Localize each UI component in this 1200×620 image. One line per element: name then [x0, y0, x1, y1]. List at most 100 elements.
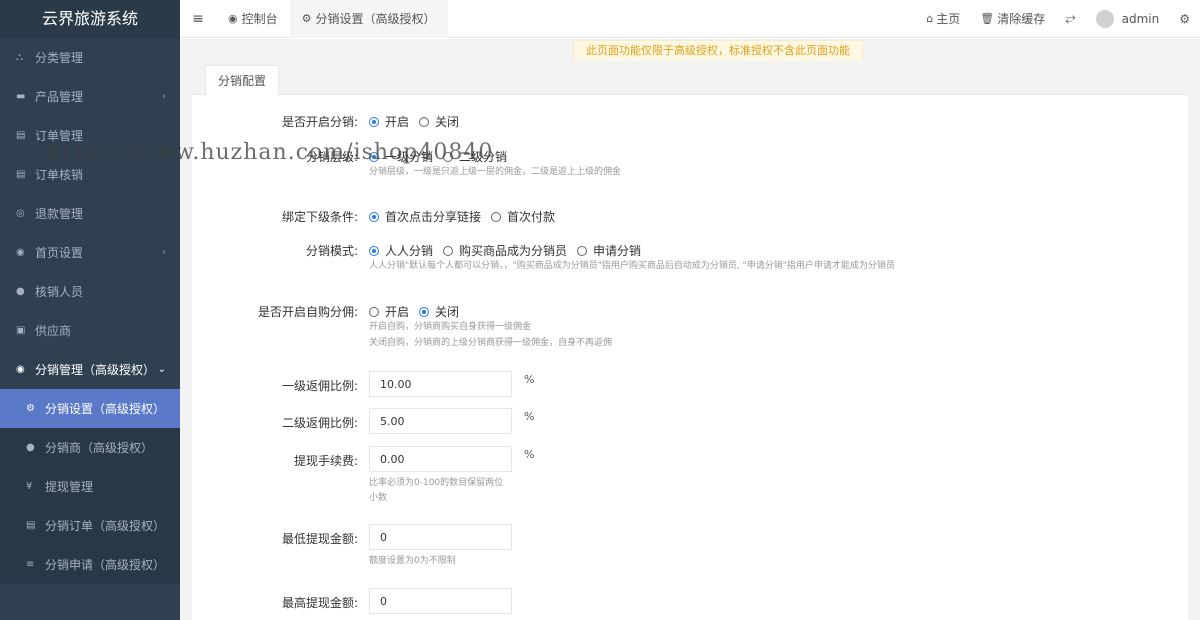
- radio-option[interactable]: 开启: [369, 113, 409, 130]
- sidebar-item[interactable]: ● 核销人员: [0, 272, 180, 311]
- radio-button[interactable]: [443, 151, 454, 162]
- radio-option[interactable]: 首次点击分享链接: [369, 208, 481, 225]
- sidebar: 云界旅游系统 ⛬ 分类管理 ▬ 产品管理 ‹ ▤ 订单管理 ▤ 订单核销 ◎ 退款管理 ◉ 首页设置 ‹ ●…: [0, 0, 180, 620]
- help-text: 比率必须为0-100的数目保留两位: [369, 478, 504, 488]
- radio-option[interactable]: 一级分销: [369, 148, 433, 165]
- sidebar-item[interactable]: ◎ 退款管理: [0, 194, 180, 233]
- radio-option[interactable]: 二级分销: [443, 148, 507, 165]
- sidebar-item-label: 供应商: [35, 324, 72, 338]
- field-label: 一级返佣比例:: [281, 379, 358, 393]
- radio-option[interactable]: 购买商品成为分销员: [443, 242, 567, 259]
- sidebar-item-label: 分销设置（高级授权）: [45, 402, 166, 416]
- radio-option[interactable]: 关闭: [419, 303, 459, 320]
- cogs-icon: ⚙: [301, 12, 312, 25]
- unit-label: %: [524, 373, 535, 386]
- radio-label: 首次点击分享链接: [385, 210, 482, 224]
- radio-option[interactable]: 人人分销: [369, 242, 433, 259]
- help-text: 额度设置为0为不限制: [369, 556, 456, 566]
- radio-group-self-buy: 开启 关闭: [369, 303, 469, 320]
- settings-button[interactable]: ⚙: [1169, 12, 1200, 26]
- user-menu[interactable]: admin: [1086, 9, 1170, 28]
- chevron-icon: ⌄: [157, 364, 166, 375]
- top-right-actions: ⌂ 主页 🗑 清除缓存 ⥂ admin ⚙: [916, 0, 1200, 38]
- sidebar-item[interactable]: ▣ 供应商: [0, 311, 180, 350]
- sidebar-item-label: 分类管理: [35, 51, 84, 65]
- radio-button[interactable]: [491, 211, 502, 222]
- sidebar-item[interactable]: ◉ 分销管理（高级授权） ⌄: [0, 350, 180, 389]
- rate1-input[interactable]: [369, 371, 512, 397]
- sidebar-item[interactable]: ▬ 产品管理 ‹: [0, 77, 180, 116]
- sidebar-item[interactable]: ◉ 首页设置 ‹: [0, 233, 180, 272]
- radio-label: 购买商品成为分销员: [459, 244, 568, 258]
- radio-option[interactable]: 关闭: [419, 113, 459, 130]
- topbar: ≡ ◉ 控制台 ⚙ 分销设置（高级授权） ⌂ 主页 🗑 清除缓存 ⥂ admin…: [180, 0, 1200, 38]
- trash-icon: 🗑: [980, 12, 995, 25]
- radio-label: 开启: [385, 115, 410, 129]
- clear-cache-label: 清除缓存: [997, 12, 1046, 26]
- clear-cache-button[interactable]: 🗑 清除缓存: [970, 10, 1055, 27]
- file-icon: ▤: [16, 129, 26, 141]
- unit-label: %: [524, 448, 535, 461]
- sidebar-subitem[interactable]: ¥ 提现管理: [0, 467, 180, 506]
- sidebar-item-label: 分销管理（高级授权）: [35, 363, 156, 377]
- tab-distribution-settings[interactable]: ⚙ 分销设置（高级授权）: [289, 0, 448, 38]
- sidebar-item-label: 分销申请（高级授权）: [45, 558, 166, 572]
- radio-group-bind: 首次点击分享链接 首次付款: [369, 208, 565, 225]
- radio-option[interactable]: 首次付款: [491, 208, 555, 225]
- help-text: 人人分销"默认每个人都可以分销，，"购买商品成为分销员"指用户购买商品后自动成为…: [369, 261, 895, 271]
- max-withdraw-input[interactable]: [369, 588, 512, 614]
- radio-button[interactable]: [369, 151, 379, 162]
- user-icon: ●: [16, 285, 25, 297]
- sidebar-subitem[interactable]: ▤ 分销订单（高级授权）: [0, 506, 180, 545]
- field-label: 分销层级:: [305, 150, 358, 164]
- radio-button[interactable]: [443, 245, 454, 256]
- field-label: 是否开启自购分佣:: [257, 305, 358, 319]
- user-icon: ●: [26, 441, 35, 453]
- expand-icon: ⥂: [1065, 11, 1076, 26]
- field-label: 最高提现金额:: [281, 596, 358, 610]
- dashboard-icon: ◉: [228, 12, 238, 25]
- rate2-input[interactable]: [369, 408, 512, 434]
- fullscreen-button[interactable]: ⥂: [1055, 11, 1085, 26]
- avatar: [1095, 9, 1114, 28]
- menu-toggle-icon[interactable]: ≡: [180, 11, 216, 27]
- tab-label: 控制台: [241, 12, 278, 26]
- radio-button[interactable]: [419, 306, 430, 317]
- chevron-icon: ‹: [162, 91, 166, 102]
- sidebar-item-label: 分销商（高级授权）: [45, 441, 154, 455]
- sidebar-item[interactable]: ▤ 订单核销: [0, 155, 180, 194]
- radio-option[interactable]: 申请分销: [577, 242, 641, 259]
- sidebar-item-label: 退款管理: [35, 207, 84, 221]
- field-label: 是否开启分销:: [281, 115, 358, 129]
- home-link[interactable]: ⌂ 主页: [916, 10, 970, 27]
- id-card-icon: ▣: [16, 324, 26, 336]
- help-text: 分销层级，一级是只返上级一层的佣金，二级是返上上级的佣金: [369, 167, 622, 177]
- sidebar-subitem[interactable]: ● 分销商（高级授权）: [0, 428, 180, 467]
- sidebar-item[interactable]: ⛬ 分类管理: [0, 38, 180, 77]
- briefcase-icon: ▬: [16, 90, 26, 102]
- min-withdraw-input[interactable]: [369, 524, 512, 550]
- radio-button[interactable]: [369, 116, 379, 127]
- radio-label: 关闭: [435, 115, 460, 129]
- tab-dashboard[interactable]: ◉ 控制台: [216, 0, 290, 38]
- radio-label: 首次付款: [507, 210, 556, 224]
- sidebar-item-label: 分销订单（高级授权）: [45, 519, 166, 533]
- radio-label: 开启: [385, 305, 410, 319]
- sidebar-item[interactable]: ▤ 订单管理: [0, 116, 180, 155]
- field-label: 二级返佣比例:: [281, 416, 358, 430]
- fee-input[interactable]: [369, 446, 512, 472]
- radio-group-mode: 人人分销 购买商品成为分销员 申请分销: [369, 242, 651, 259]
- radio-option[interactable]: 开启: [369, 303, 409, 320]
- radio-button[interactable]: [369, 306, 379, 317]
- sidebar-item-label: 提现管理: [45, 480, 94, 494]
- radio-button[interactable]: [369, 245, 379, 256]
- sidebar-subitem[interactable]: ≡ 分销申请（高级授权）: [0, 545, 180, 584]
- home-label: 主页: [936, 12, 961, 26]
- tab-distribution-config[interactable]: 分销配置: [205, 65, 280, 96]
- cogs-icon: ⚙: [26, 402, 35, 414]
- radio-button[interactable]: [369, 211, 379, 222]
- refund-icon: ◎: [16, 207, 25, 219]
- sidebar-subitem[interactable]: ⚙ 分销设置（高级授权）: [0, 389, 180, 428]
- radio-button[interactable]: [419, 116, 430, 127]
- radio-button[interactable]: [577, 245, 588, 256]
